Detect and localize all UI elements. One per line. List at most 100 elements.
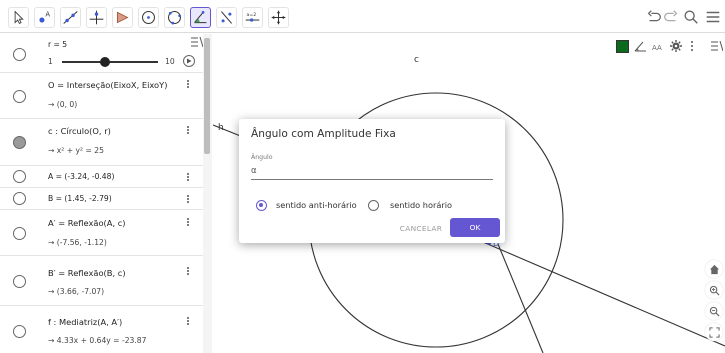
visibility-toggle[interactable] xyxy=(13,275,26,288)
menu-icon[interactable] xyxy=(704,8,722,26)
ok-button[interactable]: OK xyxy=(450,218,500,237)
list-item[interactable]: c : Círculo(O, r) → x² + y² = 25 xyxy=(0,119,203,166)
counterclockwise-radio[interactable] xyxy=(256,200,267,211)
reflect-icon xyxy=(221,11,232,24)
angle-field-label: Ângulo xyxy=(251,154,273,161)
line-tool-button[interactable] xyxy=(60,7,81,28)
more-options-icon[interactable] xyxy=(185,172,191,184)
visibility-toggle[interactable] xyxy=(13,48,26,61)
play-button[interactable] xyxy=(183,55,195,67)
list-item[interactable]: A = (-3.24, -0.48) xyxy=(0,166,203,188)
more-options-icon[interactable] xyxy=(185,217,191,229)
list-item[interactable]: B′ = Reflexão(B, c) → (3.66, -7.07) xyxy=(0,256,203,306)
clockwise-radio[interactable] xyxy=(368,200,379,211)
text-style-button[interactable]: AA xyxy=(651,39,665,53)
point-icon: A xyxy=(39,11,50,23)
move-arrows-icon xyxy=(271,10,286,25)
home-icon xyxy=(709,264,719,274)
visibility-toggle[interactable] xyxy=(13,170,26,183)
slider-tool-button[interactable]: a=2 xyxy=(242,7,263,28)
reflect-about-line-tool-button[interactable] xyxy=(216,7,237,28)
list-item[interactable]: B = (1.45, -2.79) xyxy=(0,188,203,210)
style-bar-toggle-icon xyxy=(710,40,723,52)
angle-given-size-tool-button[interactable] xyxy=(190,7,211,28)
point-tool-button[interactable]: A xyxy=(34,7,55,28)
search-icon[interactable] xyxy=(682,8,700,26)
item-value: → 4.33x + 0.64y = -23.87 xyxy=(48,336,147,345)
visibility-toggle[interactable] xyxy=(13,227,26,240)
algebra-scrollbar-thumb[interactable] xyxy=(204,38,210,154)
undo-icon[interactable] xyxy=(645,8,663,26)
circle-through-points-tool-button[interactable] xyxy=(164,7,185,28)
item-definition: B′ = Reflexão(B, c) xyxy=(48,268,126,278)
counterclockwise-label[interactable]: sentido anti-horário xyxy=(276,200,357,210)
more-options-icon[interactable] xyxy=(185,194,191,206)
toolbar: A a=2 xyxy=(0,0,725,33)
angle-style-icon xyxy=(634,41,646,51)
polygon-tool-button[interactable] xyxy=(112,7,133,28)
item-definition: A′ = Reflexão(A, c) xyxy=(48,218,126,228)
item-definition: A = (-3.24, -0.48) xyxy=(48,172,115,181)
zoom-out-button[interactable] xyxy=(705,302,723,320)
visibility-toggle[interactable] xyxy=(13,325,26,338)
slider-max: 10 xyxy=(165,57,175,66)
circle-center-icon xyxy=(142,11,155,24)
svg-text:A: A xyxy=(45,11,50,19)
angle-input[interactable]: α xyxy=(251,164,493,180)
toggle-style-bar-button[interactable] xyxy=(709,39,723,53)
color-swatch xyxy=(615,39,629,53)
slider-track[interactable] xyxy=(62,61,158,63)
slider-icon: a=2 xyxy=(245,12,260,22)
text-size-icon: AA xyxy=(652,44,662,52)
dialog-title: Ângulo com Amplitude Fixa xyxy=(251,128,396,140)
angle-icon xyxy=(194,11,207,24)
perpendicular-line-icon xyxy=(89,10,104,25)
fullscreen-button[interactable] xyxy=(705,323,723,341)
more-options-icon[interactable] xyxy=(185,316,191,328)
list-item[interactable]: O = Interseção(EixoX, EixoY) → (0, 0) xyxy=(0,73,203,119)
list-item[interactable]: f : Mediatriz(A, A′) → 4.33x + 0.64y = -… xyxy=(0,306,203,353)
more-options-icon[interactable] xyxy=(185,125,191,137)
angle-style-button[interactable] xyxy=(633,39,647,53)
cancel-button[interactable]: CANCELAR xyxy=(397,219,445,237)
more-options-icon[interactable] xyxy=(185,79,191,91)
zoom-out-icon xyxy=(709,306,720,317)
svg-text:a=2: a=2 xyxy=(247,12,257,18)
algebra-settings-icon[interactable] xyxy=(190,36,204,48)
clockwise-label[interactable]: sentido horário xyxy=(390,200,452,210)
list-item[interactable]: A′ = Reflexão(A, c) → (-7.56, -1.12) xyxy=(0,210,203,256)
item-definition: c : Círculo(O, r) xyxy=(48,126,111,136)
visibility-toggle[interactable] xyxy=(13,192,26,205)
line-right[interactable] xyxy=(482,241,725,347)
perpendicular-line-tool-button[interactable] xyxy=(86,7,107,28)
zoom-in-icon xyxy=(709,285,720,296)
move-graphics-view-tool-button[interactable] xyxy=(268,7,289,28)
slider-knob[interactable] xyxy=(100,57,110,67)
slider-min: 1 xyxy=(48,57,53,66)
more-style-button[interactable] xyxy=(685,39,699,53)
circle-label: c xyxy=(414,55,419,65)
redo-icon[interactable] xyxy=(662,8,680,26)
settings-button[interactable] xyxy=(669,39,683,53)
visibility-toggle[interactable] xyxy=(13,136,26,149)
item-value: → (0, 0) xyxy=(48,100,78,109)
slider-row[interactable]: r = 5 1 10 xyxy=(0,34,204,73)
more-vertical-icon xyxy=(691,41,693,51)
circle-center-point-tool-button[interactable] xyxy=(138,7,159,28)
slider-definition: r = 5 xyxy=(48,40,68,49)
color-swatch-button[interactable] xyxy=(615,39,629,53)
fullscreen-icon xyxy=(708,326,720,338)
home-button[interactable] xyxy=(705,260,723,278)
zoom-in-button[interactable] xyxy=(705,281,723,299)
svg-text:AA: AA xyxy=(652,44,662,52)
item-value: → x² + y² = 25 xyxy=(48,146,104,155)
line-label: h xyxy=(218,123,224,133)
circle-three-points-icon xyxy=(168,11,181,25)
move-tool-button[interactable] xyxy=(8,7,29,28)
visibility-toggle[interactable] xyxy=(13,90,26,103)
algebra-view: r = 5 1 10 O = Interseção(EixoX, EixoY) … xyxy=(0,34,212,353)
angle-fixed-size-dialog: Ângulo com Amplitude Fixa Ângulo α senti… xyxy=(239,119,505,243)
more-options-icon[interactable] xyxy=(185,266,191,278)
polygon-icon xyxy=(116,11,129,24)
gear-icon xyxy=(670,40,682,52)
